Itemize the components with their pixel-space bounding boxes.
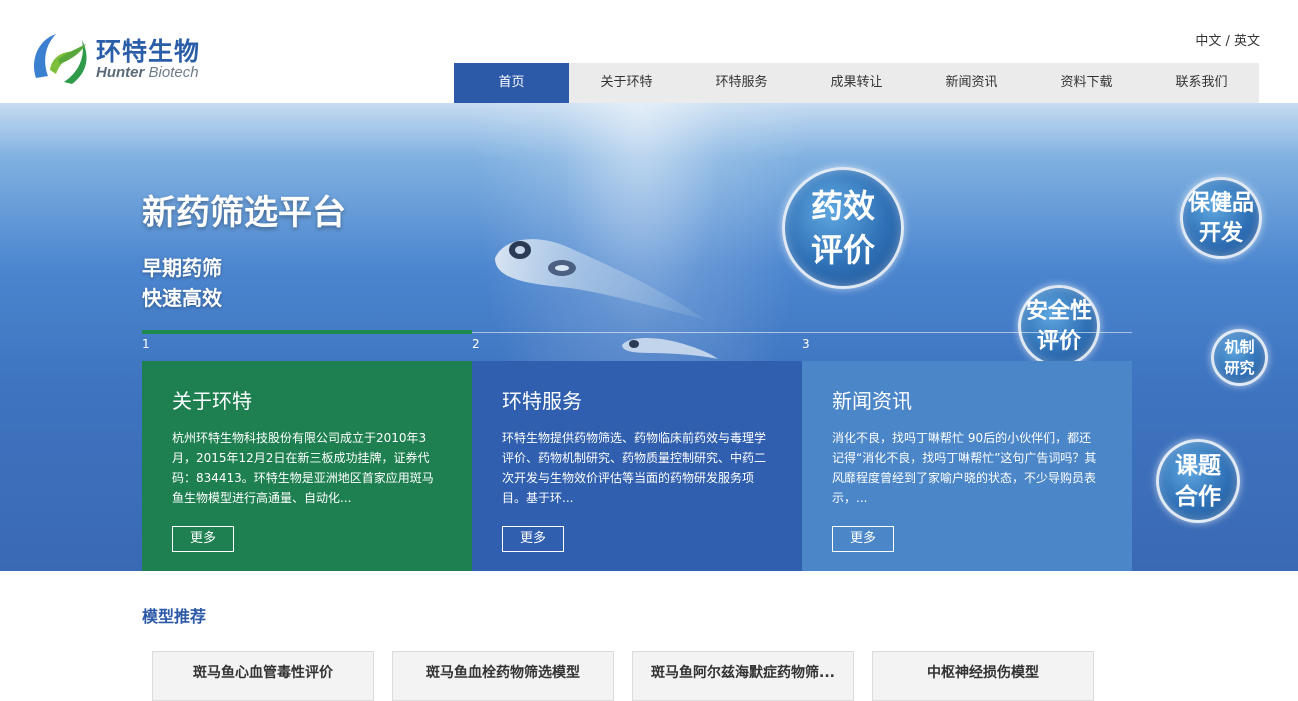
model-card[interactable]: 中枢神经损伤模型 xyxy=(872,651,1094,701)
bubble-text: 保健品 xyxy=(1187,190,1254,216)
bubble-text: 研究 xyxy=(1224,358,1255,377)
hunter-logo-icon xyxy=(34,34,87,84)
logo-text-en-light: Biotech xyxy=(144,64,199,81)
card-about: 关于环特 杭州环特生物科技股份有限公司成立于2010年3月，2015年12月2日… xyxy=(142,361,472,571)
card-services: 环特服务 环特生物提供药物筛选、药物临床前药效与毒理学评价、药物机制研究、药物质… xyxy=(472,361,802,571)
banner-title: 新药筛选平台 xyxy=(142,193,346,233)
nav-item-downloads[interactable]: 资料下载 xyxy=(1029,63,1144,103)
card-text: 环特生物提供药物筛选、药物临床前药效与毒理学评价、药物机制研究、药物质量控制研究… xyxy=(502,431,767,505)
nav-item-services[interactable]: 环特服务 xyxy=(684,63,799,103)
bubble-text: 开发 xyxy=(1198,220,1243,246)
bubble-project-cooperation[interactable]: 课题 合作 xyxy=(1156,439,1240,523)
more-button[interactable]: 更多 xyxy=(502,526,564,552)
nav-item-contact[interactable]: 联系我们 xyxy=(1144,63,1259,103)
lang-english-link[interactable]: 英文 xyxy=(1234,34,1260,49)
slider-active-indicator xyxy=(142,330,472,334)
bubble-text: 药效 xyxy=(810,187,875,225)
nav-item-news[interactable]: 新闻资讯 xyxy=(914,63,1029,103)
zebrafish-larva-image xyxy=(495,239,705,320)
card-text: 杭州环特生物科技股份有限公司成立于2010年3月，2015年12月2日在新三板成… xyxy=(172,431,434,505)
bubble-text: 机制 xyxy=(1224,337,1255,356)
bubble-text: 安全性 xyxy=(1025,298,1092,324)
card-title: 环特服务 xyxy=(502,389,582,413)
lang-separator: / xyxy=(1221,34,1234,49)
zebrafish-larva-small-image xyxy=(622,338,718,359)
site-logo[interactable]: 环特生物 Hunter Biotech xyxy=(30,30,220,86)
bubble-text: 评价 xyxy=(810,231,875,269)
bubble-text: 评价 xyxy=(1036,328,1081,354)
bubble-efficacy-evaluation[interactable]: 药效 评价 xyxy=(782,167,904,289)
more-button[interactable]: 更多 xyxy=(172,526,234,552)
card-news: 新闻资讯 消化不良，找吗丁啉帮忙 90后的小伙伴们，都还记得“消化不良，找吗丁啉… xyxy=(802,361,1132,571)
bubble-text: 课题 xyxy=(1175,452,1221,479)
slider-tab-1[interactable]: 1 xyxy=(142,337,150,351)
banner-subtitle-line-1: 早期药筛 xyxy=(142,256,222,280)
models-section-title: 模型推荐 xyxy=(142,607,207,626)
logo-text-en: Hunter Biotech xyxy=(96,64,199,81)
logo-text-cn: 环特生物 xyxy=(96,37,201,66)
model-card[interactable]: 斑马鱼心血管毒性评价 xyxy=(152,651,374,701)
main-nav: 首页 关于环特 环特服务 成果转让 新闻资讯 资料下载 联系我们 xyxy=(454,63,1259,103)
nav-item-about[interactable]: 关于环特 xyxy=(569,63,684,103)
site-header: 环特生物 Hunter Biotech 中文 / 英文 首页 关于环特 环特服务… xyxy=(0,0,1298,103)
bubble-safety-evaluation[interactable]: 安全性 评价 xyxy=(1018,285,1100,367)
language-switch: 中文 / 英文 xyxy=(1195,30,1260,49)
bubble-text: 合作 xyxy=(1175,483,1221,510)
banner-subtitle: 早期药筛 快速高效 xyxy=(142,253,222,313)
card-text: 消化不良，找吗丁啉帮忙 90后的小伙伴们，都还记得“消化不良，找吗丁啉帮忙”这句… xyxy=(832,431,1097,505)
more-button[interactable]: 更多 xyxy=(832,526,894,552)
card-title: 关于环特 xyxy=(172,389,252,413)
lang-chinese-link[interactable]: 中文 xyxy=(1195,34,1221,49)
bubble-health-product-development[interactable]: 保健品 开发 xyxy=(1180,177,1262,259)
model-card[interactable]: 斑马鱼血栓药物筛选模型 xyxy=(392,651,614,701)
slider-tab-2[interactable]: 2 xyxy=(472,337,480,351)
model-card[interactable]: 斑马鱼阿尔兹海默症药物筛... xyxy=(632,651,854,701)
bubble-mechanism-research[interactable]: 机制 研究 xyxy=(1211,329,1268,386)
slider-tab-3[interactable]: 3 xyxy=(802,337,810,351)
logo-text-en-bold: Hunter xyxy=(96,64,145,81)
model-list: 斑马鱼心血管毒性评价 斑马鱼血栓药物筛选模型 斑马鱼阿尔兹海默症药物筛... 中… xyxy=(152,651,1152,701)
card-title: 新闻资讯 xyxy=(832,389,912,413)
nav-item-home[interactable]: 首页 xyxy=(454,63,569,103)
nav-item-achievements[interactable]: 成果转让 xyxy=(799,63,914,103)
hero-banner: 新药筛选平台 早期药筛 快速高效 药效 评价 保健品 开发 安全性 评价 机制 研究 课… xyxy=(0,103,1298,571)
banner-subtitle-line-2: 快速高效 xyxy=(142,286,222,310)
